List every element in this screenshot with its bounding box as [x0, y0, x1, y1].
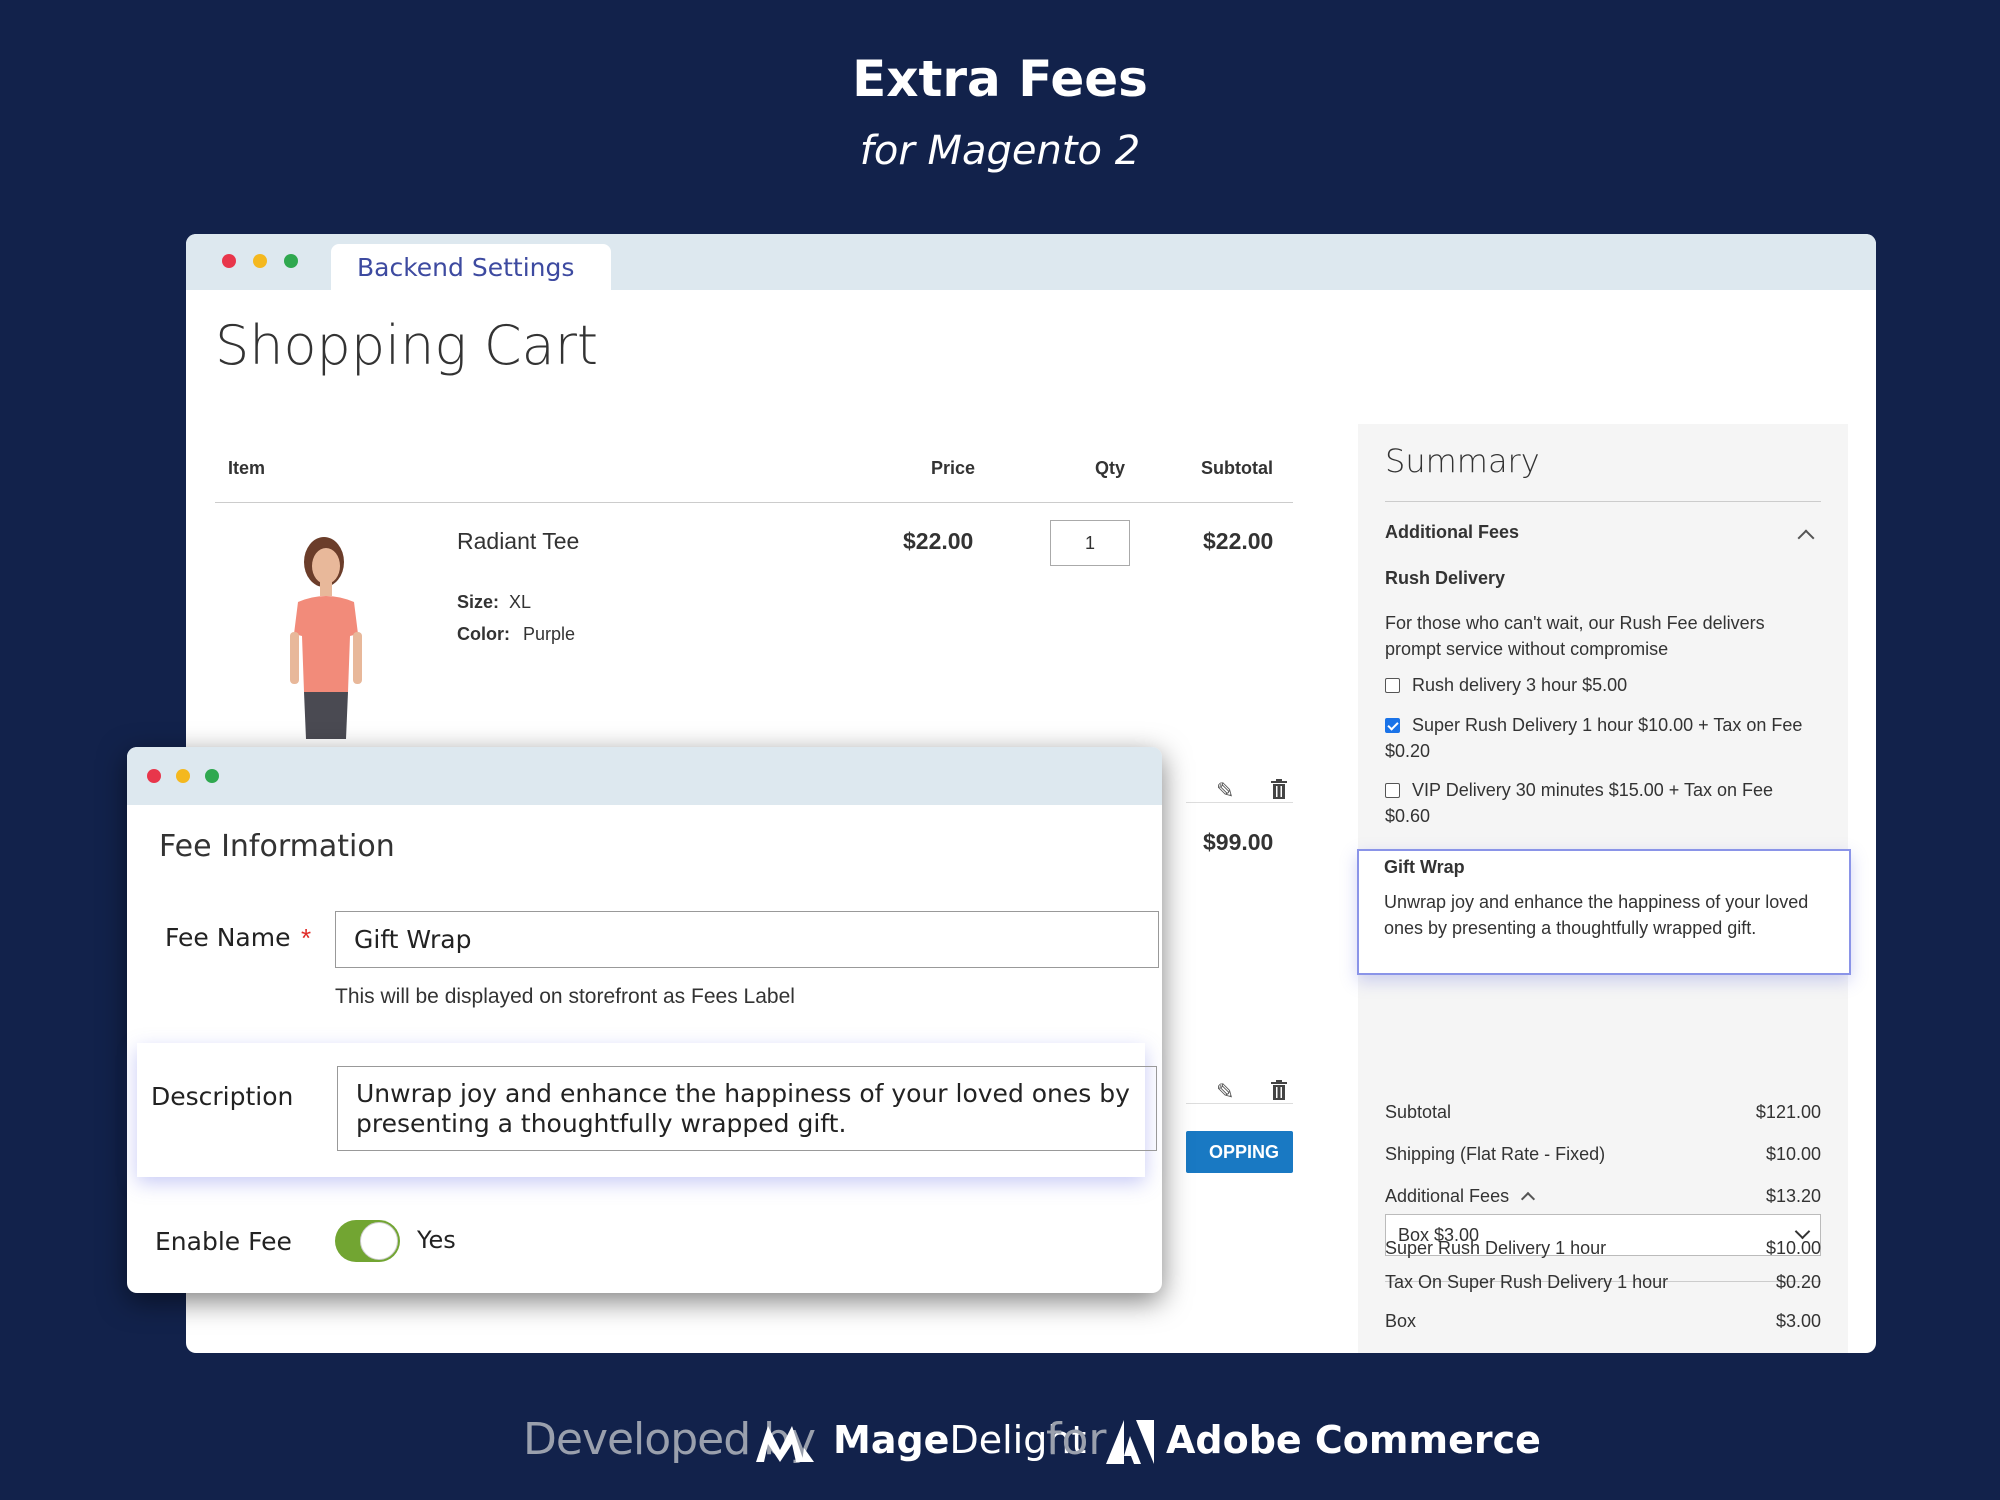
description-textarea[interactable]: Unwrap joy and enhance the happiness of … — [337, 1066, 1157, 1151]
rush-option-label: Rush delivery 3 hour $5.00 — [1412, 675, 1628, 695]
enable-fee-value: Yes — [417, 1226, 456, 1254]
total-row-super-rush: Super Rush Delivery 1 hour $10.00 — [1385, 1238, 1821, 1258]
magedelight-logo-icon — [756, 1426, 814, 1462]
fee-information-window: Fee Information Fee Name * Gift Wrap Thi… — [127, 747, 1162, 1293]
update-cart-button[interactable]: OPPING CART — [1186, 1131, 1293, 1204]
footer: Developed by MageDelight for Adobe Comme… — [0, 1410, 2000, 1470]
gift-wrap-title: Gift Wrap — [1384, 857, 1465, 877]
super-rush-option-label: Super Rush Delivery 1 hour $10.00 + Tax … — [1385, 715, 1803, 761]
enable-fee-toggle[interactable] — [335, 1220, 400, 1262]
minimize-dot[interactable] — [176, 769, 190, 783]
toggle-knob — [360, 1222, 398, 1260]
product-subtotal: $22.00 — [1203, 528, 1274, 554]
close-dot[interactable] — [222, 254, 236, 268]
maximize-dot[interactable] — [284, 254, 298, 268]
maximize-dot[interactable] — [205, 769, 219, 783]
gift-wrap-highlight: Gift Wrap Unwrap joy and enhance the hap… — [1357, 849, 1851, 975]
rush-option[interactable]: Rush delivery 3 hour $5.00 — [1385, 672, 1821, 698]
qty-input[interactable]: 1 — [1050, 520, 1130, 566]
summary-title: Summary — [1385, 442, 1540, 480]
total-row-box: Box $3.00 — [1385, 1311, 1821, 1331]
enable-fee-label: Enable Fee — [155, 1227, 292, 1256]
col-item: Item — [228, 458, 266, 478]
adobe-logo-icon — [1106, 1420, 1154, 1464]
col-subtotal: Subtotal — [1201, 458, 1273, 478]
page-title: Shopping Cart — [215, 314, 599, 377]
total-row-tax: Tax On Super Rush Delivery 1 hour $0.20 — [1385, 1272, 1821, 1292]
checkbox[interactable] — [1385, 783, 1400, 798]
total-row-shipping: Shipping (Flat Rate - Fixed) $10.00 — [1385, 1144, 1821, 1164]
chevron-down-icon — [1794, 1223, 1811, 1240]
total-row-additional-fees[interactable]: Additional Fees $13.20 — [1385, 1186, 1821, 1207]
chevron-up-icon[interactable] — [1521, 1191, 1536, 1207]
size-value: XL — [509, 592, 532, 612]
edit-icon[interactable]: ✎ — [1216, 1079, 1234, 1105]
description-label: Description — [151, 1082, 294, 1111]
trash-icon[interactable] — [1270, 779, 1288, 799]
row-divider — [1186, 802, 1293, 803]
col-qty: Qty — [1095, 458, 1126, 478]
super-rush-option[interactable]: Super Rush Delivery 1 hour $10.00 + Tax … — [1385, 712, 1821, 764]
summary-divider — [1385, 501, 1821, 502]
adobe-commerce-text: Adobe Commerce — [1166, 1418, 1541, 1462]
gift-wrap-description: Unwrap joy and enhance the happiness of … — [1384, 892, 1809, 938]
row-divider — [1186, 1103, 1293, 1104]
edit-icon[interactable]: ✎ — [1216, 778, 1234, 804]
hero-title: Extra Fees — [852, 50, 1148, 108]
product-name[interactable]: Radiant Tee — [457, 528, 579, 555]
second-item-subtotal: $99.00 — [1203, 829, 1274, 855]
rush-delivery-title: Rush Delivery — [1385, 568, 1506, 588]
minimize-dot[interactable] — [253, 254, 267, 268]
size-label: Size: — [457, 592, 500, 612]
tab-backend-settings[interactable]: Backend Settings — [331, 244, 611, 292]
footer-for-text: for — [1046, 1414, 1107, 1465]
fee-information-heading: Fee Information — [159, 829, 395, 864]
window-titlebar: Backend Settings — [186, 234, 1876, 292]
vip-option-label: VIP Delivery 30 minutes $15.00 + Tax on … — [1385, 780, 1774, 826]
col-price: Price — [931, 458, 976, 478]
color-label: Color: — [457, 624, 510, 644]
fee-name-input[interactable]: Gift Wrap — [335, 911, 1159, 968]
checkbox[interactable] — [1385, 678, 1400, 693]
trash-icon[interactable] — [1270, 1080, 1288, 1100]
total-row-subtotal: Subtotal $121.00 — [1385, 1102, 1821, 1122]
fee-name-label: Fee Name — [165, 923, 291, 952]
color-value: Purple — [523, 624, 576, 644]
product-price: $22.00 — [903, 528, 974, 554]
required-asterisk: * — [301, 923, 312, 953]
vip-option[interactable]: VIP Delivery 30 minutes $15.00 + Tax on … — [1385, 777, 1821, 829]
rush-delivery-description: For those who can't wait, our Rush Fee d… — [1385, 613, 1765, 659]
close-dot[interactable] — [147, 769, 161, 783]
table-divider — [215, 502, 1293, 503]
product-image[interactable] — [246, 524, 396, 739]
hero-subtitle: for Magento 2 — [859, 128, 1141, 174]
fee-name-note: This will be displayed on storefront as … — [335, 985, 795, 1008]
checkbox-checked[interactable] — [1385, 718, 1400, 733]
additional-fees-header[interactable]: Additional Fees — [1385, 522, 1519, 543]
window-titlebar — [127, 747, 1162, 805]
chevron-up-icon[interactable] — [1797, 529, 1815, 547]
